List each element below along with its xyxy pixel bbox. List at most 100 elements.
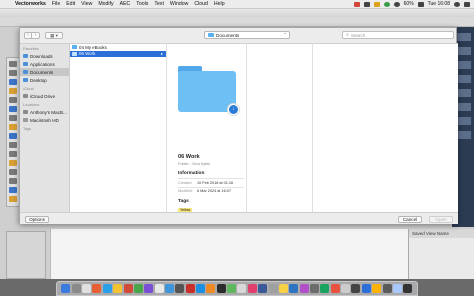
dock-app-icon[interactable] [196, 284, 206, 293]
hard-disk-icon [23, 118, 28, 122]
dock-app-icon[interactable] [175, 284, 185, 293]
dock-app-icon[interactable] [113, 284, 123, 293]
battery-icon[interactable] [417, 1, 424, 7]
sidebar-item-applications[interactable]: Applications [20, 60, 69, 68]
dock-app-icon[interactable] [123, 284, 133, 293]
status-app2-icon[interactable] [373, 1, 380, 7]
dock-app-icon[interactable] [102, 284, 112, 293]
dock-app-icon[interactable] [154, 284, 164, 293]
dock-app-icon[interactable] [341, 284, 351, 293]
sidebar-item-icloud-drive[interactable]: iCloud Drive [20, 92, 69, 100]
dock-app-icon[interactable] [164, 284, 174, 293]
sidebar-item-desktop[interactable]: Desktop [20, 76, 69, 84]
open-button[interactable]: Open [429, 216, 453, 223]
menu-view[interactable]: View [78, 0, 95, 9]
tool-icon[interactable] [9, 61, 17, 67]
dock-app-icon[interactable] [82, 284, 92, 293]
dock-app-icon[interactable] [309, 284, 319, 293]
dock-app-icon[interactable] [227, 284, 237, 293]
dock-app-icon[interactable] [330, 284, 340, 293]
dock-app-icon[interactable] [216, 284, 226, 293]
tool-icon[interactable] [9, 106, 17, 112]
tool-icon[interactable] [9, 178, 17, 184]
dock-app-icon[interactable] [382, 284, 392, 293]
list-item[interactable]: 06 Work ▸ [70, 50, 166, 57]
dock-app-icon[interactable] [237, 284, 247, 293]
tool-icon[interactable] [9, 97, 17, 103]
location-popup[interactable]: Documents ⌃ [204, 31, 290, 39]
laptop-icon [23, 110, 28, 114]
dock-app-icon[interactable] [185, 284, 195, 293]
dock-app-icon[interactable] [92, 284, 102, 293]
tool-icon[interactable] [9, 79, 17, 85]
download-badge-icon: ↓ [227, 103, 240, 116]
back-button[interactable]: ‹ [24, 32, 32, 39]
drawing-canvas[interactable] [50, 229, 410, 279]
sidebar-item-macbook[interactable]: Anthony's MacB... [20, 108, 69, 116]
sidebar-item-downloads[interactable]: Downloads [20, 52, 69, 60]
tool-icon[interactable] [9, 115, 17, 121]
dock-app-icon[interactable] [278, 284, 288, 293]
menu-window[interactable]: Window [167, 0, 191, 9]
dock-app-icon[interactable] [247, 284, 257, 293]
chevron-updown-icon: ⌃ [283, 32, 287, 37]
dock-app-icon[interactable] [351, 284, 361, 293]
dock-app-icon[interactable] [320, 284, 330, 293]
menu-aec[interactable]: AEC [117, 0, 134, 9]
menu-file[interactable]: File [49, 0, 63, 9]
menu-bar: Vectorworks File Edit View Modify AEC To… [0, 0, 474, 9]
sidebar-item-label: Documents [30, 69, 54, 75]
tool-palette [6, 57, 20, 207]
menu-text[interactable]: Text [151, 0, 167, 9]
tool-icon[interactable] [9, 169, 17, 175]
dock-app-icon[interactable] [289, 284, 299, 293]
dock-app-icon[interactable] [268, 284, 278, 293]
status-app3-icon[interactable] [383, 1, 390, 7]
tool-icon[interactable] [9, 160, 17, 166]
battery-percent[interactable]: 60% [404, 1, 414, 7]
modified-row: Modified 6 Mar 2024 at 16:07 [178, 189, 248, 193]
dock-app-icon[interactable] [299, 284, 309, 293]
cancel-button[interactable]: Cancel [398, 216, 422, 223]
dock-app-icon[interactable] [61, 284, 71, 293]
status-app-icon[interactable] [353, 1, 360, 7]
sidebar-item-macintosh-hd[interactable]: Macintosh HD [20, 116, 69, 124]
menu-modify[interactable]: Modify [95, 0, 116, 9]
menu-tools[interactable]: Tools [133, 0, 151, 9]
dock-app-icon[interactable] [403, 284, 413, 293]
dock-app-icon[interactable] [133, 284, 143, 293]
control-center-icon[interactable] [464, 1, 470, 7]
options-button[interactable]: Options [25, 216, 49, 223]
clock[interactable]: Tue 16:08 [428, 1, 450, 7]
tool-icon[interactable] [9, 142, 17, 148]
dock-app-icon[interactable] [144, 284, 154, 293]
tool-icon[interactable] [9, 187, 17, 193]
dialog-sidebar: Favorites Downloads Applications Documen… [20, 43, 70, 212]
dock-app-icon[interactable] [206, 284, 216, 293]
downloads-icon [23, 54, 28, 58]
tool-icon[interactable] [9, 88, 17, 94]
tool-icon[interactable] [9, 133, 17, 139]
spotlight-icon[interactable] [454, 1, 460, 7]
dock-app-icon[interactable] [71, 284, 81, 293]
forward-button[interactable]: › [32, 32, 40, 39]
tool-icon[interactable] [9, 151, 17, 157]
menu-vectorworks[interactable]: Vectorworks [12, 0, 49, 9]
dock-app-icon[interactable] [258, 284, 268, 293]
menu-cloud[interactable]: Cloud [191, 0, 211, 9]
created-row: Created 10 Feb 2018 at 01:16 [178, 181, 248, 185]
search-field[interactable]: ⌕ Search [342, 31, 454, 39]
menu-help[interactable]: Help [211, 0, 228, 9]
dock-app-icon[interactable] [372, 284, 382, 293]
tool-icon[interactable] [9, 196, 17, 202]
dock-app-icon[interactable] [361, 284, 371, 293]
tool-icon[interactable] [9, 70, 17, 76]
preview-name: 06 Work [178, 154, 200, 160]
status-menu-icon[interactable] [363, 1, 370, 7]
menu-edit[interactable]: Edit [63, 0, 78, 9]
wifi-icon[interactable] [393, 1, 400, 7]
tool-icon[interactable] [9, 124, 17, 130]
dock-app-icon[interactable] [392, 284, 402, 293]
sidebar-item-documents[interactable]: Documents [20, 68, 69, 76]
view-mode-button[interactable]: ▦ ▾ [45, 32, 63, 39]
